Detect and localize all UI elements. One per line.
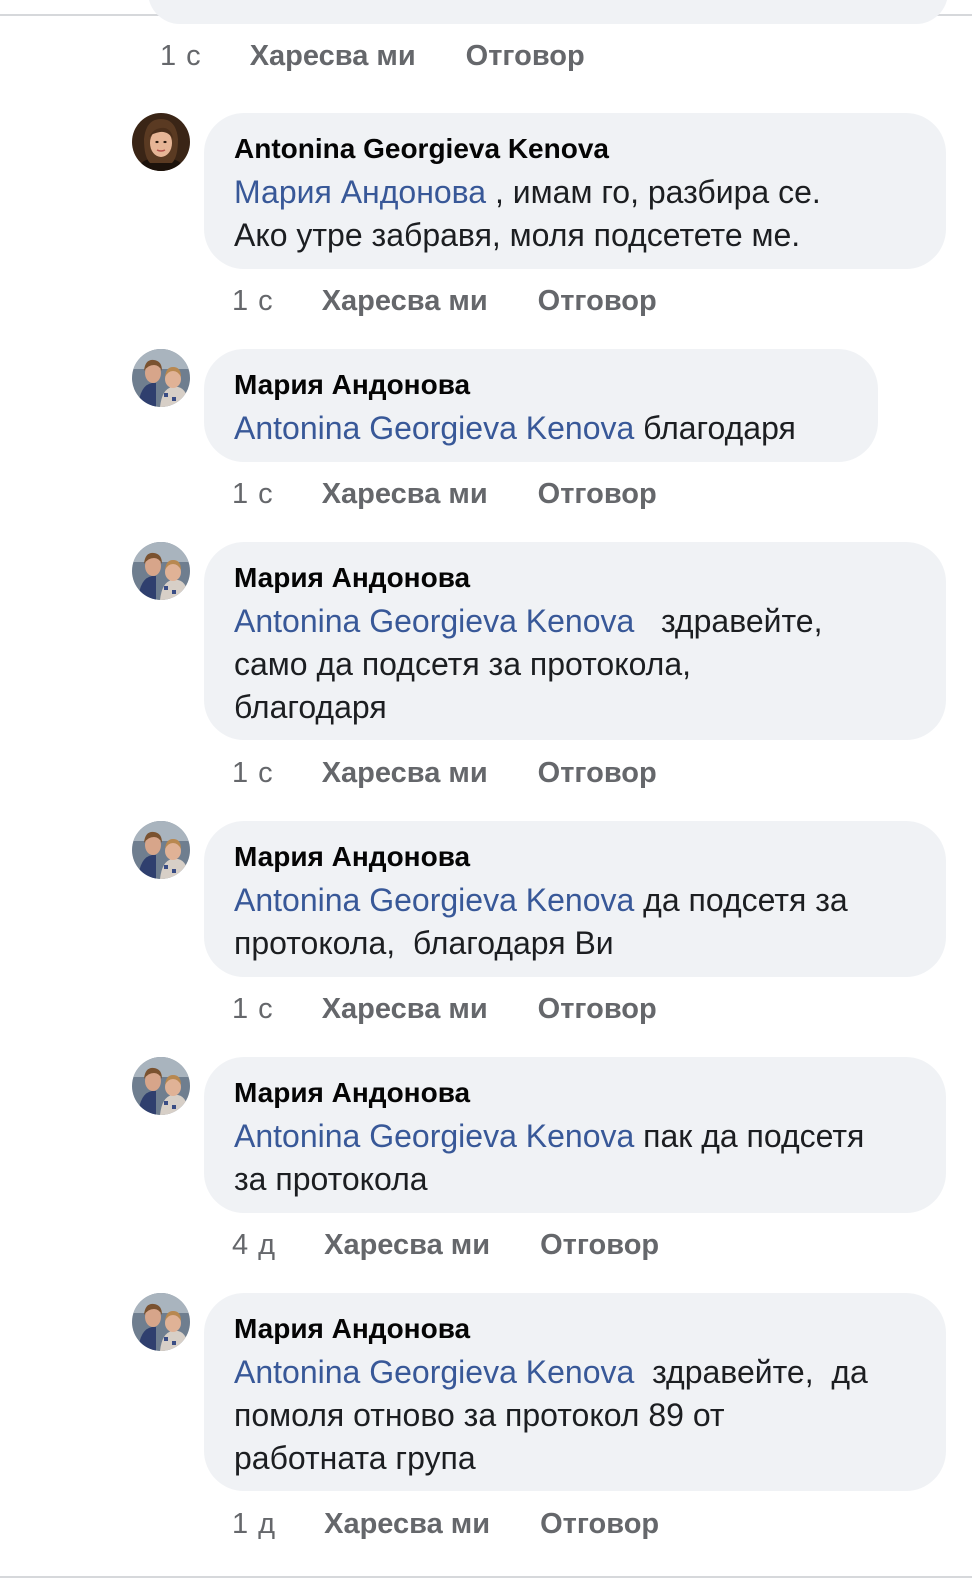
avatar[interactable] xyxy=(132,1057,190,1115)
reply-button[interactable]: Отговор xyxy=(538,757,657,790)
mention-link[interactable]: Antonina Georgieva Kenova xyxy=(234,1118,634,1154)
comment-actions: 1 с Харесва ми Отговор xyxy=(232,753,657,793)
reply-button[interactable]: Отговор xyxy=(540,1229,659,1262)
comment-text: Antonina Georgieva Kenova да подсетя за … xyxy=(234,882,848,961)
reply-button[interactable]: Отговор xyxy=(538,285,657,318)
mention-link[interactable]: Antonina Georgieva Kenova xyxy=(234,882,634,918)
mention-link[interactable]: Antonina Georgieva Kenova xyxy=(234,603,634,639)
comment-text: Antonina Georgieva Kenova здравейте, сам… xyxy=(234,603,823,725)
comment-text: Antonina Georgieva Kenova пак да подсетя… xyxy=(234,1118,865,1197)
mention-link[interactable]: Antonina Georgieva Kenova xyxy=(234,410,634,446)
comment-time[interactable]: 1 с xyxy=(232,478,274,511)
avatar[interactable] xyxy=(132,542,190,600)
like-button[interactable]: Харесва ми xyxy=(324,1229,490,1262)
like-button[interactable]: Харесва ми xyxy=(322,285,488,318)
comment-time[interactable]: 1 с xyxy=(232,757,274,790)
comment-author[interactable]: Мария Андонова xyxy=(234,839,916,875)
comment-text: Antonina Georgieva Kenova здравейте, да … xyxy=(234,1354,868,1476)
like-button[interactable]: Харесва ми xyxy=(322,993,488,1026)
comment-bubble: Мария Андонова Antonina Georgieva Kenova… xyxy=(204,349,878,462)
reply-button[interactable]: Отговор xyxy=(540,1508,659,1541)
comment-actions: 1 с Харесва ми Отговор xyxy=(160,36,585,76)
comment-actions: 4 д Харесва ми Отговор xyxy=(232,1225,659,1265)
comment-author[interactable]: Мария Андонова xyxy=(234,1311,916,1347)
previous-comment-bubble xyxy=(148,0,948,24)
comment-bubble: Мария Андонова Antonina Georgieva Kenova… xyxy=(204,1293,946,1491)
like-button[interactable]: Харесва ми xyxy=(324,1508,490,1541)
comment-time[interactable]: 1 д xyxy=(232,1508,276,1541)
reply-button[interactable]: Отговор xyxy=(466,40,585,73)
comment-author[interactable]: Мария Андонова xyxy=(234,367,848,403)
comment-time[interactable]: 1 с xyxy=(232,993,274,1026)
comment-text: Antonina Georgieva Kenova благодаря xyxy=(234,410,796,446)
comment-actions: 1 д Харесва ми Отговор xyxy=(232,1504,659,1544)
reply-button[interactable]: Отговор xyxy=(538,993,657,1026)
like-button[interactable]: Харесва ми xyxy=(322,757,488,790)
comment-bubble: Мария Андонова Antonina Georgieva Kenova… xyxy=(204,1057,946,1213)
avatar[interactable] xyxy=(132,349,190,407)
comment-text: Мария Андонова , имам го, разбира се. Ак… xyxy=(234,174,821,253)
comment-bubble: Мария Андонова Antonina Georgieva Kenova… xyxy=(204,821,946,977)
comment-time[interactable]: 1 с xyxy=(160,40,202,73)
comment-time[interactable]: 1 с xyxy=(232,285,274,318)
comment-actions: 1 с Харесва ми Отговор xyxy=(232,989,657,1029)
mention-link[interactable]: Antonina Georgieva Kenova xyxy=(234,1354,634,1390)
comment-bubble: Antonina Georgieva Kenova Мария Андонова… xyxy=(204,113,946,269)
comment-actions: 1 с Харесва ми Отговор xyxy=(232,281,657,321)
avatar[interactable] xyxy=(132,821,190,879)
reply-button[interactable]: Отговор xyxy=(538,478,657,511)
bottom-divider xyxy=(0,1576,972,1578)
comment-bubble: Мария Андонова Antonina Georgieva Kenova… xyxy=(204,542,946,740)
comment-author[interactable]: Antonina Georgieva Kenova xyxy=(234,131,916,167)
like-button[interactable]: Харесва ми xyxy=(322,478,488,511)
comment-time[interactable]: 4 д xyxy=(232,1229,276,1262)
like-button[interactable]: Харесва ми xyxy=(250,40,416,73)
avatar[interactable] xyxy=(132,1293,190,1351)
comment-actions: 1 с Харесва ми Отговор xyxy=(232,474,657,514)
comment-author[interactable]: Мария Андонова xyxy=(234,1075,916,1111)
avatar[interactable] xyxy=(132,113,190,171)
mention-link[interactable]: Мария Андонова xyxy=(234,174,486,210)
comment-author[interactable]: Мария Андонова xyxy=(234,560,916,596)
